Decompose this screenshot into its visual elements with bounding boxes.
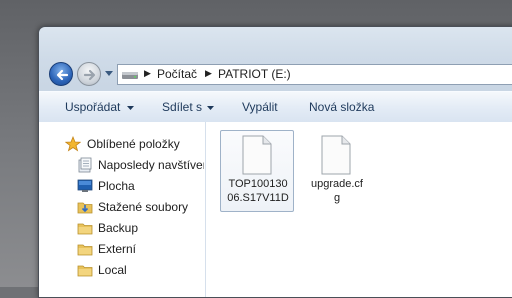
file-name-line: upgrade.cf	[311, 178, 363, 190]
nav-item-label: Backup	[98, 221, 139, 235]
navigation-bar: ▶ Počítač ▶ PATRIOT (E:)	[39, 57, 512, 91]
drive-icon	[122, 72, 138, 79]
navigation-pane: Oblíbené položky Naposledy navštíver Plo…	[39, 122, 206, 297]
nav-item-label: Externí	[98, 242, 137, 256]
share-with-button[interactable]: Sdílet s	[162, 100, 202, 114]
file-item[interactable]: TOP100130 06.S17V11D	[220, 130, 294, 212]
content-area: Oblíbené položky Naposledy navštíver Plo…	[39, 122, 512, 297]
folder-icon	[77, 244, 93, 256]
organize-button[interactable]: Uspořádat	[65, 100, 120, 114]
file-name-line: TOP100130	[228, 178, 288, 190]
breadcrumb-drive[interactable]: PATRIOT (E:)	[218, 67, 291, 81]
star-icon	[65, 136, 81, 152]
file-item[interactable]: upgrade.cf g	[299, 130, 373, 212]
file-icon	[321, 135, 351, 175]
breadcrumb-separator-icon[interactable]: ▶	[205, 68, 212, 79]
explorer-window: ▶ Počítač ▶ PATRIOT (E:) Uspořádat Sdíle…	[38, 26, 512, 298]
nav-item-local[interactable]: Local	[39, 261, 205, 279]
nav-item-recent[interactable]: Naposledy navštíver	[39, 156, 205, 174]
nav-item-desktop[interactable]: Plocha	[39, 177, 205, 195]
folder-icon	[77, 223, 93, 235]
favorites-label: Oblíbené položky	[87, 137, 180, 151]
back-arrow-icon	[56, 69, 69, 81]
back-button[interactable]	[49, 62, 73, 86]
nav-item-label: Local	[98, 263, 127, 277]
folder-icon	[77, 265, 93, 277]
downloads-folder-icon	[77, 202, 93, 214]
chevron-down-icon	[207, 106, 214, 110]
nav-item-backup[interactable]: Backup	[39, 219, 205, 237]
file-name: TOP100130 06.S17V11D	[221, 177, 295, 205]
nav-item-label: Plocha	[98, 179, 135, 193]
desktop-icon	[77, 179, 93, 192]
history-dropdown-icon[interactable]	[105, 71, 113, 76]
favorites-header[interactable]: Oblíbené položky	[39, 135, 205, 153]
breadcrumb-separator-icon[interactable]: ▶	[144, 68, 151, 79]
forward-button[interactable]	[77, 62, 101, 86]
breadcrumb-computer[interactable]: Počítač	[157, 67, 197, 81]
command-toolbar: Uspořádat Sdílet s Vypálit Nová složka	[39, 91, 512, 123]
nav-item-downloads[interactable]: Stažené soubory	[39, 198, 205, 216]
file-name: upgrade.cf g	[300, 177, 374, 205]
nav-item-external[interactable]: Externí	[39, 240, 205, 258]
address-bar[interactable]: ▶ Počítač ▶ PATRIOT (E:)	[117, 64, 512, 85]
burn-button[interactable]: Vypálit	[242, 100, 278, 114]
file-icon	[242, 135, 272, 175]
forward-arrow-icon	[83, 69, 96, 81]
file-name-line: 06.S17V11D	[227, 192, 289, 204]
nav-item-label: Naposledy navštíver	[98, 158, 204, 172]
recent-places-icon	[78, 157, 92, 173]
file-list: TOP100130 06.S17V11D upgrade.cf g	[207, 122, 512, 297]
file-name-line: g	[333, 192, 341, 204]
chevron-down-icon	[127, 106, 134, 110]
nav-item-label: Stažené soubory	[98, 200, 189, 214]
new-folder-button[interactable]: Nová složka	[309, 100, 374, 114]
